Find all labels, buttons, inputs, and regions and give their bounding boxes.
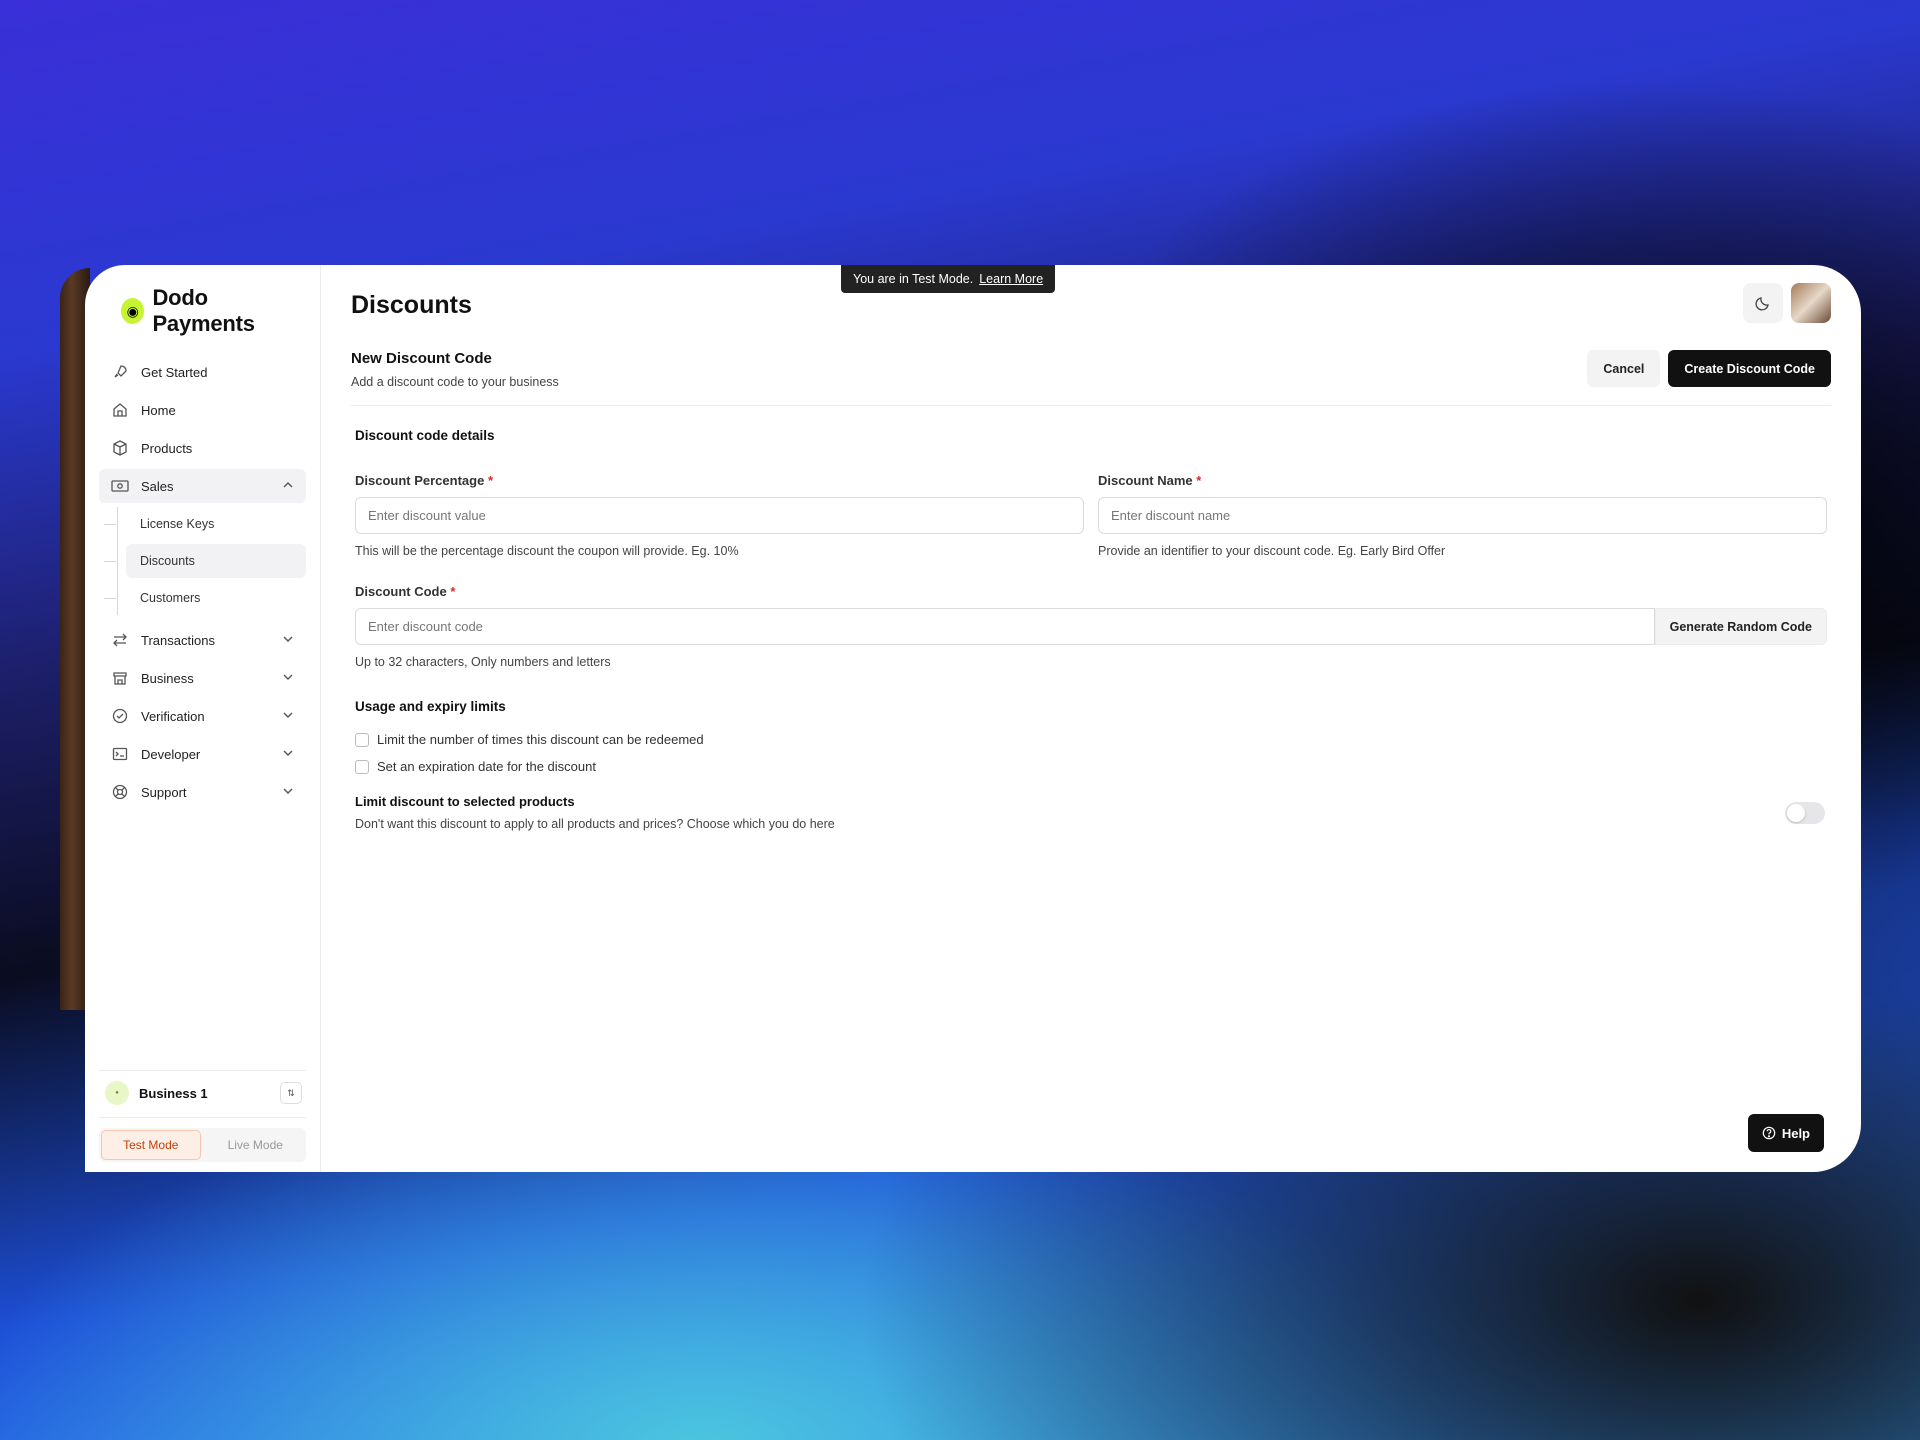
sidebar-item-business[interactable]: Business [99,661,306,695]
rocket-icon [111,363,129,381]
business-name: Business 1 [139,1085,208,1101]
chevron-down-icon [282,671,294,686]
checkbox-icon[interactable] [355,759,369,774]
sidebar-nav: Get Started Home Products Sales [99,355,306,503]
help-label: Help [1781,1125,1810,1141]
dodo-logo-icon: ◉ [121,298,145,324]
money-icon [111,477,129,495]
sidebar-item-label: Transactions [141,632,215,648]
learn-more-link[interactable]: Learn More [979,272,1043,286]
user-avatar[interactable] [1791,283,1831,323]
expiry-checkbox[interactable]: Set an expiration date for the discount [355,759,1827,774]
create-discount-code-button[interactable]: Create Discount Code [1668,350,1831,387]
test-mode-banner-text: You are in Test Mode. [853,272,974,286]
chevron-up-icon [282,479,294,494]
sidebar-subitem-license-keys[interactable]: License Keys [104,507,306,541]
section-subtitle: Add a discount code to your business [351,375,559,389]
brand-name: Dodo Payments [152,285,255,336]
box-icon [111,439,129,457]
sidebar-item-verification[interactable]: Verification [99,699,306,733]
sidebar-item-support[interactable]: Support [99,775,306,809]
chevron-down-icon [282,709,294,724]
sidebar-item-transactions[interactable]: Transactions [99,623,306,657]
sidebar-footer: ● Business 1 ⇅ Test Mode Live Mode [99,1070,306,1162]
cancel-button[interactable]: Cancel [1587,350,1661,387]
details-group-title: Discount code details [355,428,495,443]
limits-group-title: Usage and expiry limits [355,699,506,714]
code-input-group: Generate Random Code [355,608,1827,645]
discount-code-input[interactable] [355,608,1655,645]
sidebar-item-label: Home [141,402,176,418]
top-right-controls [1743,283,1831,323]
sidebar-item-label: Business [141,670,194,686]
limit-redeem-checkbox[interactable]: Limit the number of times this discount … [355,732,1827,747]
main-content: You are in Test Mode. Learn More Discoun… [321,265,1861,1172]
section-title: New Discount Code [351,350,492,367]
page-title: Discounts [351,291,472,319]
check-circle-icon [111,707,129,725]
store-icon [111,669,129,687]
theme-toggle-button[interactable] [1743,283,1783,323]
arrows-icon [111,631,129,649]
sales-submenu: License Keys Discounts Customers [104,507,306,615]
percentage-hint: This will be the percentage discount the… [355,544,739,558]
test-mode-banner: You are in Test Mode. Learn More [841,265,1056,293]
business-avatar-icon: ● [105,1081,129,1105]
sidebar: ◉ Dodo Payments Get Started Home Product… [85,265,321,1172]
limit-products-sub: Don't want this discount to apply to all… [355,817,835,831]
sidebar-item-label: Verification [141,708,205,724]
code-field: Discount Code * Generate Random Code Up … [355,584,1827,669]
brand[interactable]: ◉ Dodo Payments [99,281,306,355]
chevron-down-icon [282,633,294,648]
lifebuoy-icon [111,783,129,801]
expiry-label: Set an expiration date for the discount [377,759,596,774]
name-label: Discount Name * [1098,473,1202,488]
sidebar-item-developer[interactable]: Developer [99,737,306,771]
sidebar-nav-lower: Transactions Business Verification Devel… [99,623,306,809]
generate-random-code-button[interactable]: Generate Random Code [1654,608,1827,645]
sidebar-item-label: Developer [141,746,201,762]
business-switcher[interactable]: ● Business 1 ⇅ [99,1070,306,1118]
limit-redeem-label: Limit the number of times this discount … [377,732,704,747]
question-circle-icon [1762,1126,1776,1140]
sidebar-item-label: Products [141,440,193,456]
sidebar-item-get-started[interactable]: Get Started [99,355,306,389]
checkbox-icon[interactable] [355,732,369,747]
sidebar-subitem-discounts[interactable]: Discounts [104,544,306,578]
chevron-down-icon [282,785,294,800]
chevron-updown-icon[interactable]: ⇅ [280,1082,302,1104]
chevron-down-icon [282,747,294,762]
moon-icon [1755,297,1769,311]
limit-products-title: Limit discount to selected products [355,794,575,809]
code-hint: Up to 32 characters, Only numbers and le… [355,655,611,669]
sidebar-item-label: Get Started [141,364,208,380]
limit-products-toggle[interactable] [1785,801,1825,824]
sidebar-item-home[interactable]: Home [99,393,306,427]
code-label: Discount Code * [355,584,456,599]
sidebar-subitem-customers[interactable]: Customers [104,581,306,615]
section-header: New Discount Code Add a discount code to… [351,350,1831,406]
discount-name-input[interactable] [1098,497,1827,534]
form-row-1: Discount Percentage * This will be the p… [355,473,1827,558]
name-field: Discount Name * Provide an identifier to… [1098,473,1827,558]
percentage-field: Discount Percentage * This will be the p… [355,473,1084,558]
help-button[interactable]: Help [1747,1114,1824,1152]
home-icon [111,401,129,419]
limit-products-row: Limit discount to selected products Don'… [355,794,1827,831]
sidebar-item-label: Support [141,784,187,800]
discount-percentage-input[interactable] [355,497,1084,534]
section-actions: Cancel Create Discount Code [1587,350,1831,387]
terminal-icon [111,745,129,763]
sidebar-item-products[interactable]: Products [99,431,306,465]
percentage-label: Discount Percentage * [355,473,494,488]
name-hint: Provide an identifier to your discount c… [1098,544,1446,558]
test-mode-button[interactable]: Test Mode [101,1130,201,1160]
sidebar-item-label: Sales [141,478,174,494]
discount-form: Discount code details Discount Percentag… [351,406,1831,831]
live-mode-button[interactable]: Live Mode [207,1130,305,1160]
mode-switch: Test Mode Live Mode [99,1128,306,1162]
app-window: ◉ Dodo Payments Get Started Home Product… [85,265,1861,1172]
sidebar-item-sales[interactable]: Sales [99,469,306,503]
